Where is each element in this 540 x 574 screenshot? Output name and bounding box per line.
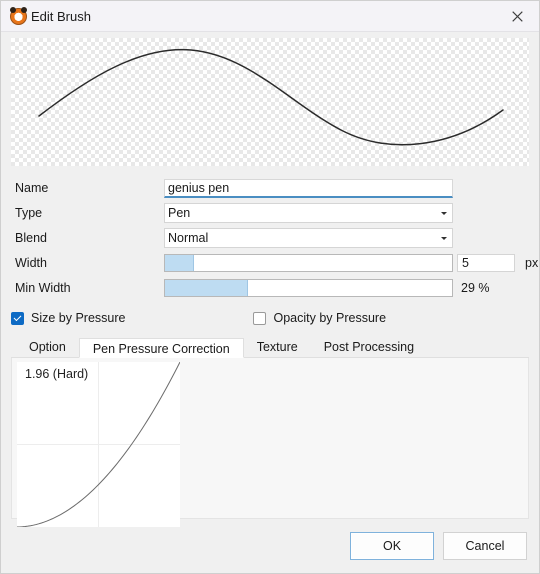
edit-brush-dialog: Edit Brush Name Type Pen <box>0 0 540 574</box>
size-by-pressure-box <box>11 311 24 325</box>
label-name: Name <box>15 181 49 195</box>
curve-svg <box>17 362 180 527</box>
width-value-text: 5 <box>462 256 469 270</box>
opacity-by-pressure-label: Opacity by Pressure <box>273 311 387 325</box>
size-by-pressure-checkbox[interactable]: Size by Pressure <box>11 311 125 325</box>
field-width: 5 px <box>164 254 538 272</box>
tab-strip: Option Pen Pressure Correction Texture P… <box>11 337 529 358</box>
label-blend: Blend <box>15 231 47 245</box>
label-min-width: Min Width <box>15 281 71 295</box>
brush-stroke-preview <box>11 38 529 166</box>
type-select[interactable]: Pen <box>164 203 453 223</box>
opacity-by-pressure-box <box>253 311 267 325</box>
min-width-value-text: 29 % <box>461 281 490 295</box>
field-blend: Normal <box>164 228 529 248</box>
width-slider[interactable] <box>164 254 453 272</box>
dialog-footer: OK Cancel <box>1 519 539 573</box>
row-blend: Blend Normal <box>11 226 529 250</box>
row-width: Width 5 px <box>11 251 538 275</box>
width-value-input[interactable]: 5 <box>457 254 515 272</box>
preview-stroke-svg <box>38 48 504 146</box>
brush-form: Name Type Pen Blend Normal <box>11 176 538 301</box>
blend-select-value: Normal <box>168 231 209 245</box>
field-min-width: 29 % <box>164 279 529 297</box>
tab-texture[interactable]: Texture <box>244 337 311 357</box>
tab-option[interactable]: Option <box>16 337 79 357</box>
tab-pen-pressure-correction[interactable]: Pen Pressure Correction <box>78 338 244 358</box>
tab-panel-pen-pressure-correction: 1.96 (Hard) <box>11 358 529 527</box>
min-width-slider[interactable] <box>164 279 453 297</box>
settings-tabs: Option Pen Pressure Correction Texture P… <box>11 337 529 527</box>
width-unit-label: px <box>525 256 539 270</box>
close-icon[interactable] <box>495 1 539 31</box>
chevron-down-icon <box>441 237 447 240</box>
cancel-button[interactable]: Cancel <box>443 532 527 560</box>
width-slider-fill <box>165 255 194 271</box>
size-by-pressure-label: Size by Pressure <box>31 311 126 325</box>
pressure-checkboxes: Size by Pressure Opacity by Pressure <box>11 308 529 328</box>
app-brush-icon <box>10 6 27 25</box>
chevron-down-icon <box>441 212 447 215</box>
pen-pressure-curve[interactable]: 1.96 (Hard) <box>17 362 180 527</box>
name-input[interactable] <box>164 178 453 198</box>
label-type: Type <box>15 206 43 220</box>
label-width: Width <box>15 256 47 270</box>
row-min-width: Min Width 29 % <box>11 276 529 300</box>
ok-button[interactable]: OK <box>350 532 434 560</box>
opacity-by-pressure-checkbox[interactable]: Opacity by Pressure <box>253 311 386 325</box>
type-select-value: Pen <box>168 206 191 220</box>
min-width-slider-fill <box>165 280 249 296</box>
title-bar: Edit Brush <box>1 1 539 32</box>
field-name <box>164 178 529 198</box>
row-name: Name <box>11 176 529 200</box>
field-type: Pen <box>164 203 529 223</box>
curve-readout-label: 1.96 (Hard) <box>25 367 89 381</box>
window-title: Edit Brush <box>31 8 91 24</box>
row-type: Type Pen <box>11 201 529 225</box>
blend-select[interactable]: Normal <box>164 228 453 248</box>
tab-post-processing[interactable]: Post Processing <box>311 337 427 357</box>
transparency-checkerboard <box>11 38 529 166</box>
